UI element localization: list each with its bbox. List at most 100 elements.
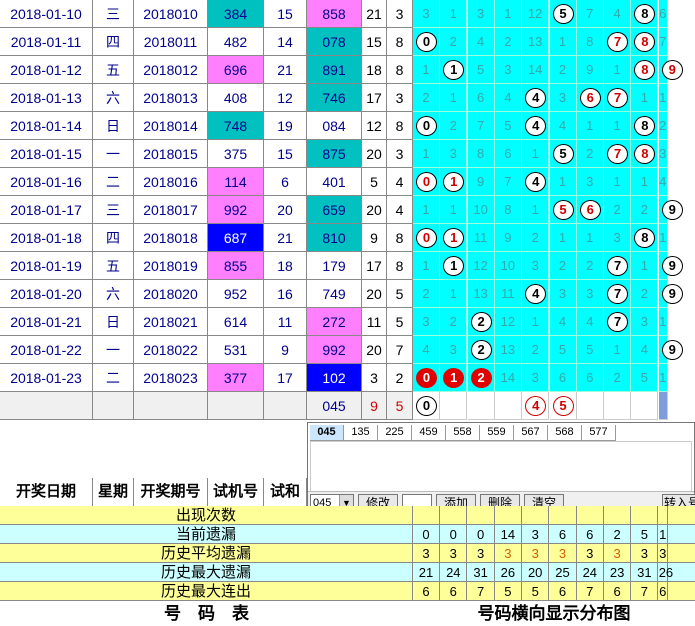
cell-a: 12 [362, 112, 387, 140]
dist-cell [604, 392, 632, 420]
table-row[interactable]: 2018-01-17 三 2018017 992 20 659 20 4 1 1 10 8 1 5 6 2 2 9 [0, 196, 695, 224]
stats-value: 6 [604, 582, 632, 601]
stats-value [604, 506, 632, 525]
table-row[interactable]: 2018-01-22 一 2018022 531 9 992 20 7 4 3 2 13 2 5 5 1 4 9 [0, 336, 695, 364]
dist-cell: 1 [658, 364, 668, 392]
dist-cell: 6 [467, 84, 495, 112]
number-tab[interactable]: 459 [412, 425, 446, 441]
dist-cell: 1 [604, 56, 632, 84]
table-row[interactable]: 2018-01-14 日 2018014 748 19 084 12 8 0 2 7 5 4 4 1 1 8 2 [0, 112, 695, 140]
dist-cell: 3 [440, 336, 468, 364]
dist-cell: 3 [494, 56, 522, 84]
number-tab[interactable]: 559 [480, 425, 514, 441]
dist-cell: 4 [549, 308, 577, 336]
dist-cell: 5 [549, 196, 577, 224]
stats-value: 3 [413, 544, 440, 563]
table-row[interactable]: 2018-01-15 一 2018015 375 15 875 20 3 1 3 8 6 1 5 2 7 8 3 [0, 140, 695, 168]
number-tab[interactable]: 568 [548, 425, 582, 441]
cell-b: 5 [387, 280, 413, 308]
number-ball: 8 [634, 60, 656, 80]
dist-cell: 4 [658, 168, 668, 196]
dist-cell: 6 [494, 140, 522, 168]
number-tab[interactable]: 577 [582, 425, 616, 441]
cell-sum: 12 [264, 84, 307, 112]
cell-date: 2018-01-19 [0, 252, 93, 280]
cell-issue: 2018023 [134, 364, 208, 392]
dist-cell: 3 [576, 280, 604, 308]
panel-content-area[interactable] [310, 441, 692, 493]
dist-cell: 1 [576, 112, 604, 140]
table-row[interactable]: 2018-01-16 二 2018016 114 6 401 5 4 0 1 9 7 4 1 3 1 1 4 [0, 168, 695, 196]
cell-test: 855 [208, 252, 264, 280]
stats-value: 7 [468, 582, 495, 601]
number-tab[interactable]: 567 [514, 425, 548, 441]
stats-value: 0 [468, 525, 495, 544]
number-tab[interactable]: 045 [310, 425, 344, 441]
stats-value [468, 506, 495, 525]
footer-right-title: 号码横向显示分布图 [477, 604, 631, 623]
dist-cell [467, 392, 495, 420]
dist-cell: 7 [604, 280, 632, 308]
table-row[interactable]: 2018-01-13 六 2018013 408 12 746 17 3 2 1 6 4 4 3 6 7 1 1 [0, 84, 695, 112]
stats-value [495, 506, 522, 525]
cell-sum: 21 [264, 56, 307, 84]
table-row[interactable]: 2018-01-20 六 2018020 952 16 749 20 5 2 1 13 11 4 3 3 7 2… [0, 280, 695, 308]
number-ball: 7 [607, 256, 629, 276]
cell-draw: 746 [307, 84, 362, 112]
cell-date: 2018-01-13 [0, 84, 93, 112]
dist-cell [440, 392, 468, 420]
dist-cell: 12 [494, 308, 522, 336]
dist-cell: 9 [494, 224, 522, 252]
dist-cell: 5 [549, 392, 577, 420]
stats-value [577, 506, 604, 525]
stats-value [631, 506, 659, 525]
number-ball: 2 [470, 312, 492, 332]
cell-week: 日 [93, 308, 134, 336]
dist-cell: 3 [604, 224, 632, 252]
dist-cell: 3 [522, 364, 550, 392]
cell-test [208, 392, 264, 420]
stats-value: 0 [440, 525, 468, 544]
table-row[interactable]: 2018-01-23 二 2018023 377 17 102 3 2 0 1 2 14 3 6 6 2 5 1 [0, 364, 695, 392]
dist-cell: 7 [604, 28, 632, 56]
table-row[interactable]: 2018-01-10 三 2018010 384 15 858 21 3 3 1 3 1 12 5 7 4 8 6 [0, 0, 695, 28]
table-row[interactable]: 2018-01-12 五 2018012 696 21 891 18 8 1 1 5 3 14 2 9 1 8 9 [0, 56, 695, 84]
dist-cell: 7 [494, 168, 522, 196]
cell-draw: 659 [307, 196, 362, 224]
dist-cell: 2 [604, 196, 632, 224]
dist-cell: 11 [467, 224, 495, 252]
dist-cell: 3 [549, 84, 577, 112]
table-row[interactable]: 2018-01-21 日 2018021 614 11 272 11 5 3 2 2 12 1 4 4 7 3 1 [0, 308, 695, 336]
number-tab[interactable]: 558 [446, 425, 480, 441]
stats-value: 3 [522, 525, 550, 544]
number-tab[interactable]: 225 [378, 425, 412, 441]
dist-cell: 3 [522, 252, 550, 280]
column-headers: 开奖日期 星期 开奖期号 试机号 试和 [0, 478, 307, 506]
cell-draw: 401 [307, 168, 362, 196]
edit-row[interactable]: 045 9 5 0 4 5 [0, 392, 695, 420]
number-ball: 0 [416, 396, 437, 416]
dist-cell: 7 [467, 112, 495, 140]
dist-cell: 1 [604, 168, 632, 196]
number-tab[interactable]: 135 [344, 425, 378, 441]
cell-date: 2018-01-16 [0, 168, 93, 196]
stats-value: 3 [659, 544, 668, 563]
cell-issue: 2018020 [134, 280, 208, 308]
table-row[interactable]: 2018-01-18 四 2018018 687 21 810 9 8 0 1 11 9 2 1 1 3 8 1 [0, 224, 695, 252]
cell-issue: 2018018 [134, 224, 208, 252]
stats-value: 0 [413, 525, 440, 544]
table-row[interactable]: 2018-01-19 五 2018019 855 18 179 17 8 1 1 12 10 3 2 2 7 1… [0, 252, 695, 280]
dist-cell: 1 [440, 224, 468, 252]
dist-cell: 5 [467, 56, 495, 84]
cell-b: 5 [387, 308, 413, 336]
cell-test: 687 [208, 224, 264, 252]
dist-cell: 6 [658, 0, 668, 28]
cell-sum: 18 [264, 252, 307, 280]
stats-row: 历史平均遗漏 3 3 3 3 3 3 3 3 3 3 [0, 544, 695, 563]
dist-cell: 2 [494, 28, 522, 56]
cell-b: 3 [387, 84, 413, 112]
dist-cell: 8 [631, 140, 659, 168]
cell-sum [264, 392, 307, 420]
table-row[interactable]: 2018-01-11 四 2018011 482 14 078 15 8 0 2 4 2 13 1 8 7 8 7 [0, 28, 695, 56]
dist-cell: 1 [604, 112, 632, 140]
